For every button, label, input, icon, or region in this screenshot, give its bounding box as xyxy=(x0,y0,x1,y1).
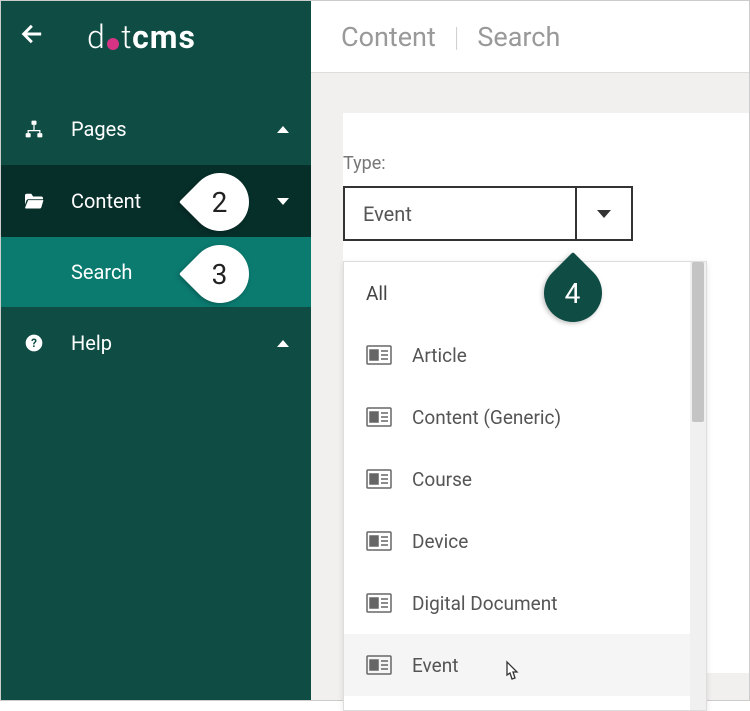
sidebar-item-content[interactable]: Content 2 xyxy=(1,165,311,237)
step-number: 3 xyxy=(212,258,228,291)
dropdown-option-label: Course xyxy=(412,468,472,491)
dropdown-option-article[interactable]: Article xyxy=(344,324,690,386)
logo-text-3: cms xyxy=(132,18,196,56)
step-number: 2 xyxy=(212,186,228,219)
app-root: dtcms Pages Content 2 xyxy=(0,0,750,701)
dropdown-scrollbar[interactable] xyxy=(690,262,706,710)
step-badge-2: 2 xyxy=(179,161,261,243)
step-number: 4 xyxy=(565,277,581,310)
content-type-icon xyxy=(366,655,392,675)
dropdown-option-course[interactable]: Course xyxy=(344,448,690,510)
svg-text:?: ? xyxy=(31,336,37,350)
logo-text-1: d xyxy=(87,18,105,56)
content-type-icon xyxy=(366,469,392,489)
scrollbar-thumb[interactable] xyxy=(692,262,704,422)
breadcrumb-sub: Search xyxy=(477,21,560,53)
type-dropdown-menu: All Article Content (Generic) Course xyxy=(343,261,707,711)
sidebar-header: dtcms xyxy=(1,1,311,73)
chevron-down-icon xyxy=(597,210,611,218)
step-badge-3: 3 xyxy=(179,233,261,315)
dropdown-option-label: Content (Generic) xyxy=(412,406,561,429)
sidebar-item-label: Help xyxy=(71,331,277,355)
back-arrow-icon[interactable] xyxy=(19,20,47,55)
dropdown-option-label: Digital Document xyxy=(412,592,557,615)
folder-open-icon xyxy=(23,190,45,212)
type-label: Type: xyxy=(343,153,749,174)
logo-text-2: t xyxy=(121,18,132,56)
content-type-icon xyxy=(366,345,392,365)
sitemap-icon xyxy=(23,118,45,140)
type-selected-value: Event xyxy=(345,188,575,239)
breadcrumb-divider: | xyxy=(454,21,460,53)
type-dropdown-caret[interactable] xyxy=(575,188,631,239)
content-type-icon xyxy=(366,407,392,427)
dropdown-option-device[interactable]: Device xyxy=(344,510,690,572)
chevron-up-icon xyxy=(277,340,289,347)
dropdown-option-event[interactable]: Event 4 xyxy=(344,634,690,696)
chevron-up-icon xyxy=(277,126,289,133)
dropdown-option-label: All xyxy=(366,282,388,305)
type-dropdown-list: All Article Content (Generic) Course xyxy=(344,262,690,710)
type-dropdown-trigger[interactable]: Event xyxy=(343,186,633,241)
sidebar-sub-label: Search xyxy=(71,260,132,284)
main-panel: Content | Search Type: Event All xyxy=(311,1,749,700)
help-icon: ? xyxy=(23,332,45,354)
dropdown-option-digital-document[interactable]: Digital Document xyxy=(344,572,690,634)
logo-dot-icon xyxy=(107,38,119,50)
content-panel: Type: Event All Article xyxy=(343,113,749,673)
logo: dtcms xyxy=(87,18,196,56)
dropdown-option-label: Event xyxy=(412,654,458,677)
breadcrumb-title: Content xyxy=(341,21,436,53)
dropdown-option-content-generic[interactable]: Content (Generic) xyxy=(344,386,690,448)
content-type-icon xyxy=(366,593,392,613)
chevron-down-icon xyxy=(277,198,289,205)
sidebar-item-help[interactable]: ? Help xyxy=(1,307,311,379)
sidebar-item-label: Pages xyxy=(71,117,277,141)
dropdown-option-label: Device xyxy=(412,530,468,553)
sidebar-nav: Pages Content 2 Search 3 xyxy=(1,93,311,379)
breadcrumb: Content | Search xyxy=(311,1,749,73)
sidebar-sub-search[interactable]: Search 3 xyxy=(1,237,311,307)
dropdown-option-all[interactable]: All xyxy=(344,262,690,324)
sidebar: dtcms Pages Content 2 xyxy=(1,1,311,700)
dropdown-option-label: Article xyxy=(412,344,467,367)
sidebar-item-pages[interactable]: Pages xyxy=(1,93,311,165)
content-type-icon xyxy=(366,531,392,551)
